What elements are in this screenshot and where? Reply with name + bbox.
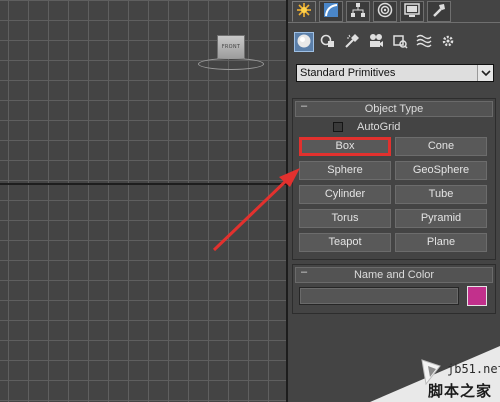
watermark-site: jb51.net xyxy=(447,362,500,376)
category-systems[interactable] xyxy=(438,32,458,52)
object-type-rollout: – Object Type AutoGrid Box Cone Sphere G… xyxy=(292,98,496,260)
object-name-field[interactable] xyxy=(299,287,459,305)
category-lights[interactable] xyxy=(342,32,362,52)
name-and-color-rollout: – Name and Color xyxy=(292,264,496,314)
box-button[interactable]: Box xyxy=(299,137,391,156)
object-color-swatch[interactable] xyxy=(467,286,487,306)
cone-button[interactable]: Cone xyxy=(395,137,487,156)
systems-icon xyxy=(440,33,456,52)
motion-icon xyxy=(377,2,393,21)
cylinder-button[interactable]: Cylinder xyxy=(299,185,391,204)
tab-utilities[interactable] xyxy=(427,1,451,22)
utilities-icon xyxy=(431,2,447,21)
grid-axis-line xyxy=(0,183,286,185)
viewcube-compass-ring[interactable] xyxy=(198,58,264,70)
primitive-buttons: Box Cone Sphere GeoSphere Cylinder Tube … xyxy=(299,137,489,252)
tab-modify[interactable] xyxy=(319,1,343,22)
helpers-icon xyxy=(392,33,408,52)
object-type-title: Object Type xyxy=(364,103,424,115)
viewcube[interactable]: FRONT xyxy=(196,30,266,72)
front-viewport[interactable]: FRONT xyxy=(0,0,286,402)
pyramid-button[interactable]: Pyramid xyxy=(395,209,487,228)
torus-button[interactable]: Torus xyxy=(299,209,391,228)
create-icon xyxy=(296,2,312,21)
object-type-header[interactable]: – Object Type xyxy=(295,99,493,117)
chevron-down-icon[interactable] xyxy=(477,65,493,81)
tab-divider xyxy=(288,22,500,23)
teapot-button[interactable]: Teapot xyxy=(299,233,391,252)
geometry-icon xyxy=(296,33,312,52)
category-geometry[interactable] xyxy=(294,32,314,52)
sphere-button[interactable]: Sphere xyxy=(299,161,391,180)
viewcube-front-face[interactable]: FRONT xyxy=(217,35,245,59)
tab-create[interactable] xyxy=(292,1,316,22)
name-and-color-header[interactable]: – Name and Color xyxy=(295,265,493,283)
modify-icon xyxy=(323,2,339,21)
plane-button[interactable]: Plane xyxy=(395,233,487,252)
geosphere-button[interactable]: GeoSphere xyxy=(395,161,487,180)
rollout-collapse-toggle[interactable]: – xyxy=(301,99,307,113)
hierarchy-icon xyxy=(350,2,366,21)
tab-hierarchy[interactable] xyxy=(346,1,370,22)
dropdown-value: Standard Primitives xyxy=(300,67,396,79)
category-shapes[interactable] xyxy=(318,32,338,52)
command-panel-tabs xyxy=(288,0,500,24)
lights-icon xyxy=(344,33,360,52)
command-panel: Standard Primitives – Object Type AutoGr… xyxy=(286,0,500,402)
tab-display[interactable] xyxy=(400,1,424,22)
category-helpers[interactable] xyxy=(390,32,410,52)
watermark-text: 脚本之家 xyxy=(428,382,493,400)
shapes-icon xyxy=(320,33,336,52)
cameras-icon xyxy=(368,33,384,52)
category-cameras[interactable] xyxy=(366,32,386,52)
name-and-color-title: Name and Color xyxy=(353,269,435,281)
rollout-collapse-toggle[interactable]: – xyxy=(301,265,307,279)
tube-button[interactable]: Tube xyxy=(395,185,487,204)
space-warps-icon xyxy=(416,33,432,52)
autogrid-label: AutoGrid xyxy=(357,121,401,133)
category-space-warps[interactable] xyxy=(414,32,434,52)
autogrid-checkbox[interactable] xyxy=(333,122,343,132)
autogrid-option[interactable]: AutoGrid xyxy=(333,121,400,133)
object-category-dropdown[interactable]: Standard Primitives xyxy=(296,64,494,82)
category-toolbar xyxy=(294,32,458,54)
display-icon xyxy=(404,2,420,21)
site-watermark: jb51.net 脚本之家 xyxy=(370,346,500,402)
tab-motion[interactable] xyxy=(373,1,397,22)
